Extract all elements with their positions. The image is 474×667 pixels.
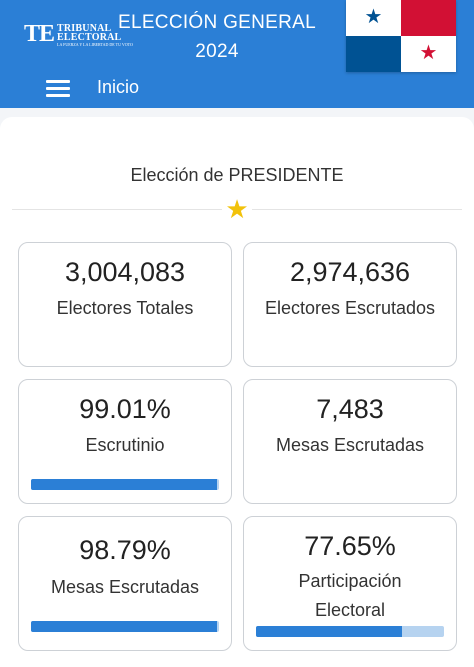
- progress-bar: [256, 626, 444, 637]
- card-value: 98.79%: [79, 535, 171, 565]
- progress-bar: [31, 621, 219, 632]
- card-label-line1: Participación: [298, 571, 402, 591]
- card-label-line2: Electoral: [314, 600, 386, 620]
- election-title: Elección de PRESIDENTE: [130, 165, 344, 185]
- card-value: 3,004,083: [64, 257, 186, 287]
- page-title: ELECCIÓN GENERAL 2024: [112, 8, 322, 66]
- flag-red-star-icon: ★: [419, 42, 438, 64]
- card-escrutinio: 99.01% Escrutinio: [18, 379, 232, 504]
- card-value: 2,974,636: [289, 257, 411, 287]
- title-line2: 2024: [195, 41, 239, 62]
- progress-fill: [256, 626, 402, 637]
- card-mesas-escrutadas-count: 7,483 Mesas Escrutadas: [243, 379, 457, 504]
- card-label: Mesas Escrutadas: [50, 577, 200, 597]
- star-icon: ★: [222, 194, 252, 224]
- card-label: Escrutinio: [85, 435, 165, 455]
- card-value: 7,483: [316, 394, 384, 424]
- progress-bar: [31, 479, 219, 490]
- progress-fill: [31, 479, 218, 490]
- nav-inicio-link[interactable]: Inicio: [97, 77, 139, 98]
- card-label: Electores Totales: [56, 298, 194, 318]
- progress-fill: [31, 621, 217, 632]
- card-electores-escrutados: 2,974,636 Electores Escrutados: [243, 242, 457, 367]
- panama-flag-icon: ★ ★: [346, 0, 456, 72]
- hamburger-menu-icon[interactable]: [46, 80, 70, 98]
- card-electores-totales: 3,004,083 Electores Totales: [18, 242, 232, 367]
- flag-blue-star-icon: ★: [364, 6, 383, 28]
- card-label: Electores Escrutados: [264, 298, 436, 318]
- card-label: Mesas Escrutadas: [275, 435, 425, 455]
- app-header: TE TRIBUNAL ELECTORAL LA FUERZA Y LA LIB…: [0, 0, 474, 108]
- title-line1: ELECCIÓN GENERAL: [117, 12, 317, 33]
- card-value: 99.01%: [79, 394, 171, 424]
- logo-mark: TE: [24, 21, 55, 47]
- card-participacion-electoral: 77.65% Participación Electoral: [243, 516, 457, 651]
- card-value: 77.65%: [304, 531, 396, 561]
- card-mesas-escrutadas-percent: 98.79% Mesas Escrutadas: [18, 516, 232, 651]
